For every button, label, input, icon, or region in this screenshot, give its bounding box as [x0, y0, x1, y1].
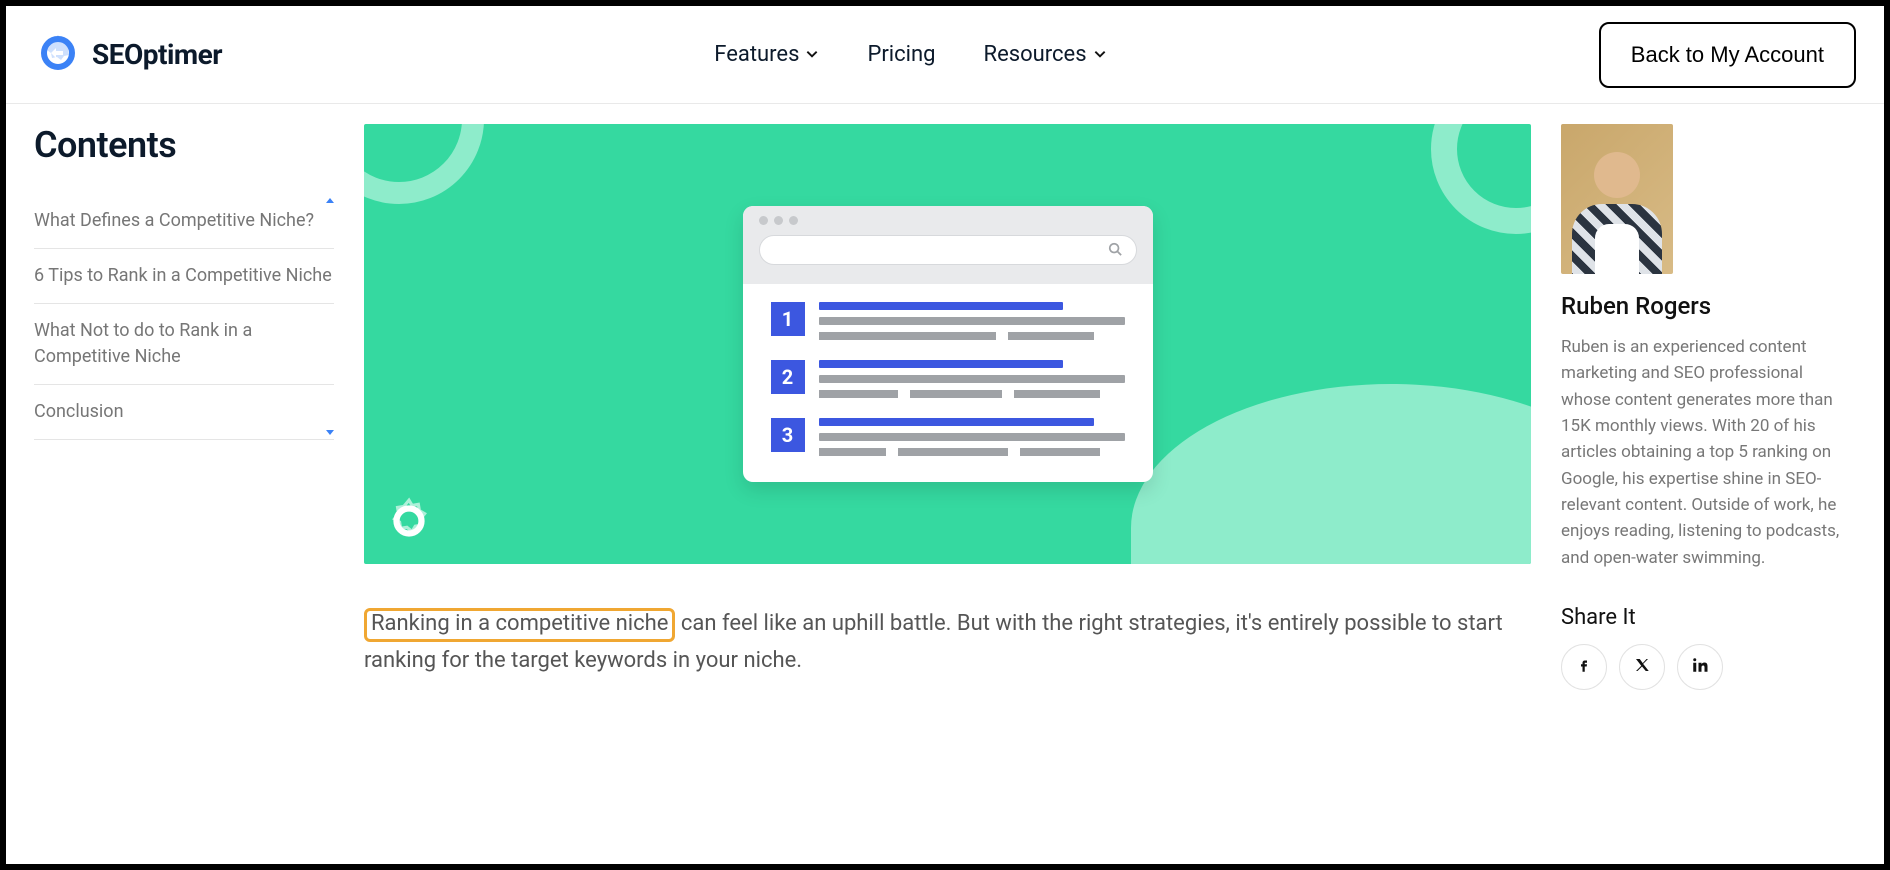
contents-heading: Contents — [34, 124, 334, 166]
text-line — [819, 433, 1125, 441]
page-frame: SEOptimer Features Pricing Resources Bac… — [6, 6, 1884, 864]
hero-illustration: 1 2 — [364, 124, 1531, 564]
result-row: 3 — [771, 418, 1125, 456]
toc-item[interactable]: What Defines a Competitive Niche? — [34, 194, 334, 249]
toc-item[interactable]: 6 Tips to Rank in a Competitive Niche — [34, 249, 334, 304]
article-intro: Ranking in a competitive niche can feel … — [364, 606, 1531, 680]
browser-chrome — [743, 206, 1153, 284]
site-header: SEOptimer Features Pricing Resources Bac… — [6, 6, 1884, 104]
avatar-shirt — [1595, 224, 1639, 274]
author-name: Ruben Rogers — [1561, 292, 1856, 320]
chevron-down-icon — [805, 42, 819, 67]
caret-up-icon — [326, 198, 334, 203]
window-dot — [774, 216, 783, 225]
page-body: Contents What Defines a Competitive Nich… — [6, 104, 1884, 690]
decor-ring — [364, 124, 484, 204]
back-to-account-button[interactable]: Back to My Account — [1599, 22, 1856, 88]
nav-label: Features — [714, 42, 799, 67]
search-bar — [759, 235, 1137, 265]
x-icon — [1633, 656, 1651, 678]
avatar-head — [1594, 152, 1640, 198]
gear-icon — [384, 496, 434, 546]
primary-nav: Features Pricing Resources — [714, 42, 1106, 67]
result-row: 2 — [771, 360, 1125, 398]
nav-features[interactable]: Features — [714, 42, 819, 67]
gear-arrows-icon — [34, 29, 82, 81]
toc-item[interactable]: Conclusion — [34, 385, 334, 440]
linkedin-icon — [1691, 656, 1709, 678]
result-row: 1 — [771, 302, 1125, 340]
window-controls — [759, 216, 1137, 225]
author-photo — [1561, 124, 1673, 274]
share-heading: Share It — [1561, 605, 1856, 630]
toc-item-label: What Not to do to Rank in a Competitive … — [34, 320, 252, 367]
contents-sidebar: Contents What Defines a Competitive Nich… — [34, 124, 334, 690]
rank-badge: 1 — [771, 302, 805, 336]
title-line — [819, 418, 1094, 426]
window-dot — [759, 216, 768, 225]
brand-logo[interactable]: SEOptimer — [34, 29, 222, 81]
text-line — [819, 332, 1125, 340]
nav-label: Resources — [984, 42, 1087, 67]
result-lines — [819, 302, 1125, 340]
highlighted-phrase: Ranking in a competitive niche — [364, 608, 675, 642]
share-x-button[interactable] — [1619, 644, 1665, 690]
toc-item-label: 6 Tips to Rank in a Competitive Niche — [34, 265, 332, 286]
share-buttons — [1561, 644, 1856, 690]
author-sidebar: Ruben Rogers Ruben is an experienced con… — [1561, 124, 1856, 690]
brand-name: SEOptimer — [92, 38, 222, 71]
author-bio: Ruben is an experienced content marketin… — [1561, 334, 1856, 571]
window-dot — [789, 216, 798, 225]
toc-list: What Defines a Competitive Niche? 6 Tips… — [34, 194, 334, 440]
search-results: 1 2 — [743, 284, 1153, 482]
toc-item-label: Conclusion — [34, 401, 124, 422]
toc-item[interactable]: What Not to do to Rank in a Competitive … — [34, 304, 334, 385]
share-facebook-button[interactable] — [1561, 644, 1607, 690]
decor-ring — [1431, 124, 1531, 234]
facebook-icon — [1575, 656, 1593, 678]
caret-down-icon — [326, 430, 334, 435]
chevron-down-icon — [1093, 42, 1107, 67]
decor-wave — [1131, 384, 1531, 564]
result-lines — [819, 360, 1125, 398]
rank-badge: 2 — [771, 360, 805, 394]
nav-label: Pricing — [867, 42, 935, 67]
text-line — [819, 390, 1125, 398]
text-line — [819, 448, 1125, 456]
nav-resources[interactable]: Resources — [984, 42, 1107, 67]
title-line — [819, 302, 1064, 310]
text-line — [819, 317, 1125, 325]
result-lines — [819, 418, 1125, 456]
toc-item-label: What Defines a Competitive Niche? — [34, 210, 314, 231]
search-icon — [1108, 241, 1122, 260]
rank-badge: 3 — [771, 418, 805, 452]
serp-mockup: 1 2 — [743, 206, 1153, 482]
nav-pricing[interactable]: Pricing — [867, 42, 935, 67]
article-main: 1 2 — [364, 124, 1531, 690]
text-line — [819, 375, 1125, 383]
share-linkedin-button[interactable] — [1677, 644, 1723, 690]
title-line — [819, 360, 1064, 368]
